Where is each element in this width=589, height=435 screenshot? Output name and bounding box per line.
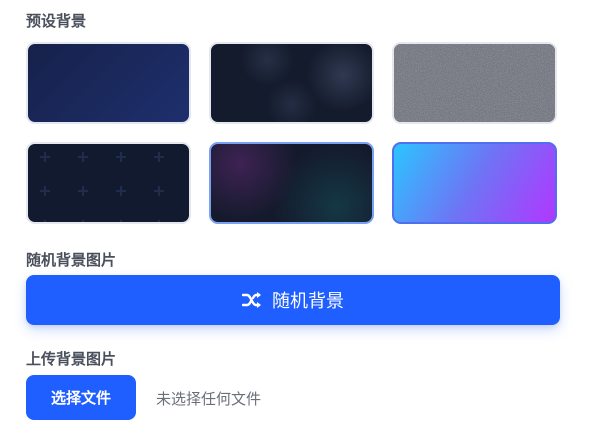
random-background-label: 随机背景图片 (26, 251, 117, 269)
preset-tile-4[interactable] (26, 142, 191, 224)
noise-texture (394, 44, 555, 122)
file-status-text: 未选择任何文件 (156, 390, 262, 408)
random-button-label: 随机背景 (272, 291, 344, 312)
preset-tile-6[interactable] (392, 142, 557, 224)
random-background-button[interactable]: 随机背景 (26, 275, 560, 325)
cross-pattern (28, 144, 189, 222)
preset-grid (26, 42, 560, 226)
preset-tile-1[interactable] (26, 42, 191, 124)
upload-background-label: 上传背景图片 (26, 350, 117, 368)
choose-file-button[interactable]: 选择文件 (26, 375, 136, 420)
preset-tile-5[interactable] (209, 142, 374, 224)
preset-backgrounds-label: 预设背景 (26, 12, 87, 30)
preset-tile-2[interactable] (209, 42, 374, 124)
shuffle-icon (242, 291, 262, 309)
preset-tile-3[interactable] (392, 42, 557, 124)
